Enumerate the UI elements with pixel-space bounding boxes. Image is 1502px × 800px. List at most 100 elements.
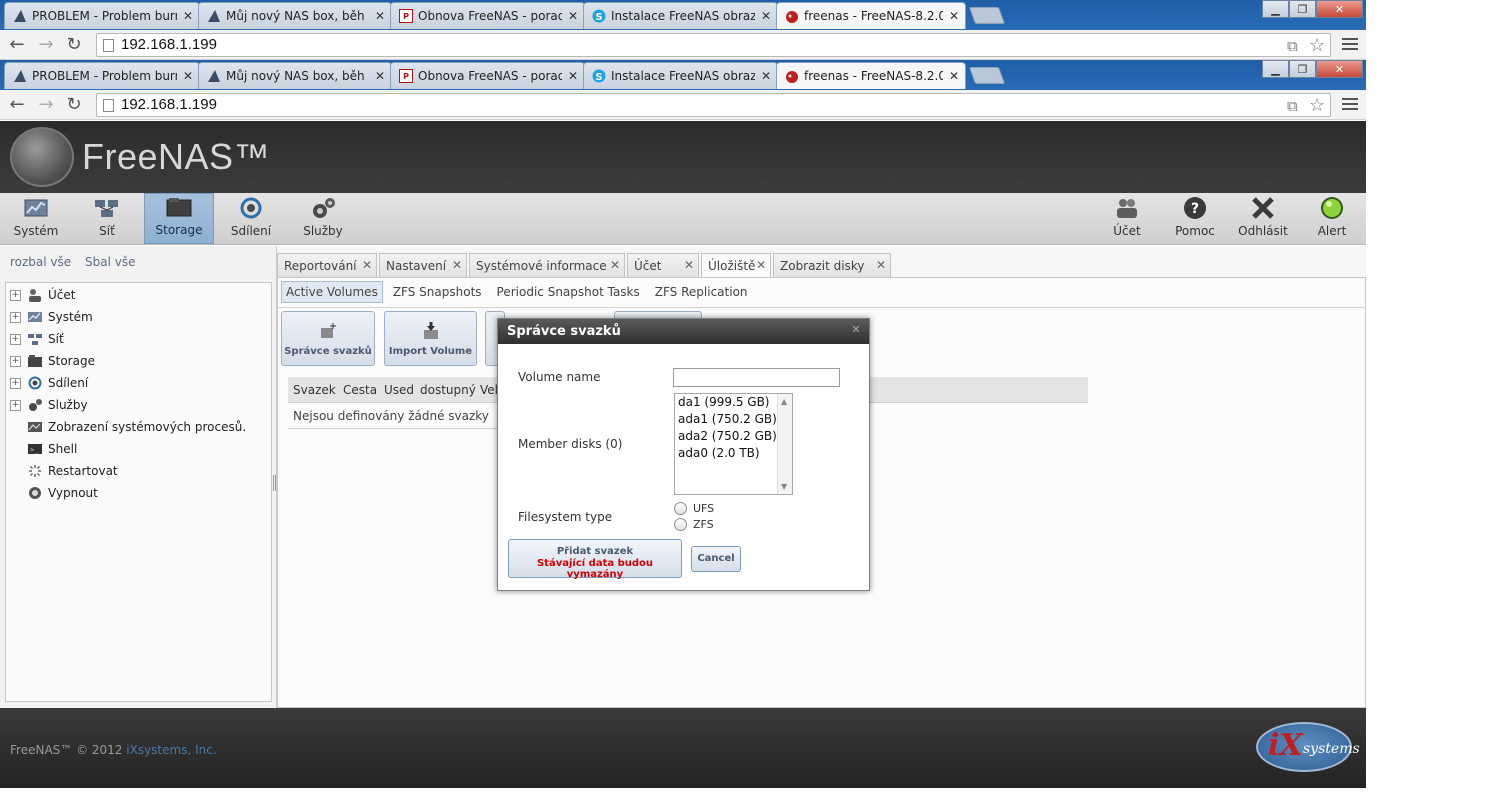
address-bar[interactable]: 192.168.1.199 ⧉ ☆	[96, 33, 1331, 57]
expand-icon[interactable]: +	[10, 355, 21, 367]
content-tab[interactable]: Systémové informace ✕	[469, 253, 625, 277]
volume-manager-button[interactable]: Správce svazků	[281, 311, 375, 366]
col-volume[interactable]: Svazek	[293, 377, 336, 403]
minimize-icon[interactable]: ▁	[1262, 60, 1289, 78]
import-volume-button[interactable]: Import Volume	[384, 311, 477, 366]
expand-icon[interactable]: +	[10, 311, 21, 323]
translate-icon[interactable]: ⧉	[1287, 96, 1298, 118]
content-tab-close-icon[interactable]: ✕	[684, 258, 694, 272]
menu-icon[interactable]	[1342, 96, 1358, 112]
collapse-all-link[interactable]: Sbal vše	[85, 255, 135, 269]
sidebar-splitter[interactable]	[273, 475, 276, 491]
window-close-icon[interactable]: ✕	[1316, 60, 1363, 78]
expand-icon[interactable]: +	[10, 377, 21, 389]
new-tab-button[interactable]	[968, 7, 1006, 24]
bookmark-star-icon[interactable]: ☆	[1309, 94, 1325, 116]
content-tab-close-icon[interactable]: ✕	[876, 258, 886, 272]
tree-item[interactable]: Restartovat	[10, 462, 118, 480]
expand-icon[interactable]: +	[10, 289, 21, 301]
nav-help[interactable]: ? Pomoc	[1170, 193, 1220, 244]
col-size[interactable]: Vel	[480, 377, 498, 403]
volume-name-input[interactable]	[673, 368, 840, 387]
reload-icon[interactable]: ↻	[64, 35, 84, 55]
browser-tab[interactable]: Můj nový NAS box, běh na ✕	[198, 2, 392, 29]
tab-close-icon[interactable]: ✕	[183, 69, 193, 83]
content-tab-close-icon[interactable]: ✕	[610, 258, 620, 272]
browser-tab[interactable]: S Instalace FreeNAS obraz p ✕	[583, 62, 778, 89]
filesystem-zfs-option[interactable]: ZFS	[674, 518, 714, 531]
back-icon[interactable]: ←	[7, 95, 27, 115]
filesystem-ufs-option[interactable]: UFS	[674, 502, 714, 515]
maximize-icon[interactable]: ❐	[1289, 60, 1316, 78]
disk-option[interactable]: ada0 (2.0 TB)	[678, 446, 760, 460]
scroll-up-icon[interactable]: ▲	[781, 397, 787, 406]
subtab-periodic-snapshot-tasks[interactable]: Periodic Snapshot Tasks	[492, 281, 645, 303]
tree-item[interactable]: + Storage	[10, 352, 95, 370]
forward-icon[interactable]: →	[36, 95, 56, 115]
expand-icon[interactable]: +	[10, 333, 21, 345]
tab-close-icon[interactable]: ✕	[761, 9, 771, 23]
tree-item[interactable]: Zobrazení systémových procesů.	[10, 418, 246, 436]
expand-icon[interactable]: +	[10, 399, 21, 411]
tab-close-icon[interactable]: ✕	[375, 9, 385, 23]
subtab-zfs-snapshots[interactable]: ZFS Snapshots	[388, 281, 487, 303]
disk-option[interactable]: ada2 (750.2 GB)	[678, 429, 777, 443]
content-tab[interactable]: Účet ✕	[627, 253, 699, 277]
back-icon[interactable]: ←	[7, 35, 27, 55]
new-tab-button[interactable]	[968, 67, 1006, 84]
nav-logout[interactable]: Odhlásit	[1236, 193, 1290, 244]
browser-tab[interactable]: PROBLEM - Problem burn ✕	[4, 2, 200, 29]
col-available[interactable]: dostupný	[420, 377, 476, 403]
col-path[interactable]: Cesta	[343, 377, 377, 403]
member-disks-select[interactable]: da1 (999.5 GB) ada1 (750.2 GB) ada2 (750…	[674, 393, 793, 495]
nav-network[interactable]: Síť	[80, 193, 134, 244]
address-bar[interactable]: 192.168.1.199 ⧉ ☆	[96, 93, 1331, 117]
subtab-active-volumes[interactable]: Active Volumes	[281, 281, 383, 303]
browser-tab[interactable]: P Obnova FreeNAS - poradn ✕	[390, 62, 585, 89]
tab-close-icon[interactable]: ✕	[183, 9, 193, 23]
browser-tab[interactable]: Můj nový NAS box, běh na ✕	[198, 62, 392, 89]
ixsystems-link[interactable]: iXsystems, Inc.	[126, 743, 216, 757]
forward-icon[interactable]: →	[36, 35, 56, 55]
disk-option[interactable]: da1 (999.5 GB)	[678, 395, 769, 409]
nav-account[interactable]: Účet	[1104, 193, 1150, 244]
tab-close-icon[interactable]: ✕	[949, 9, 959, 23]
nav-services[interactable]: Služby	[298, 193, 348, 244]
tree-item[interactable]: Vypnout	[10, 484, 98, 502]
browser-tab[interactable]: P Obnova FreeNAS - poradn ✕	[390, 2, 585, 29]
content-tab[interactable]: Zobrazit disky ✕	[773, 253, 891, 277]
content-tab[interactable]: Nastavení ✕	[379, 253, 467, 277]
content-tab-close-icon[interactable]: ✕	[452, 258, 462, 272]
nav-alert[interactable]: Alert	[1310, 193, 1354, 244]
tree-item[interactable]: + Účet	[10, 286, 75, 304]
expand-all-link[interactable]: rozbal vše	[10, 255, 71, 269]
maximize-icon[interactable]: ❐	[1289, 0, 1316, 18]
col-used[interactable]: Used	[384, 377, 414, 403]
subtab-zfs-replication[interactable]: ZFS Replication	[650, 281, 753, 303]
browser-tab[interactable]: S Instalace FreeNAS obraz p ✕	[583, 2, 778, 29]
window-close-icon[interactable]: ✕	[1316, 0, 1363, 18]
scroll-down-icon[interactable]: ▼	[781, 482, 787, 491]
tree-item[interactable]: + Služby	[10, 396, 88, 414]
bookmark-star-icon[interactable]: ☆	[1309, 34, 1325, 56]
tree-item[interactable]: + Systém	[10, 308, 93, 326]
ixsystems-logo[interactable]: iX systems	[1256, 722, 1360, 772]
minimize-icon[interactable]: ▁	[1262, 0, 1289, 18]
zfs-radio[interactable]	[674, 518, 687, 531]
disk-option[interactable]: ada1 (750.2 GB)	[678, 412, 777, 426]
tree-item[interactable]: >_ Shell	[10, 440, 77, 458]
cancel-button[interactable]: Cancel	[691, 546, 741, 572]
reload-icon[interactable]: ↻	[64, 95, 84, 115]
content-tab[interactable]: Reportování ✕	[277, 253, 377, 277]
menu-icon[interactable]	[1342, 36, 1358, 52]
content-tab-close-icon[interactable]: ✕	[362, 258, 372, 272]
nav-sharing[interactable]: Sdílení	[225, 193, 277, 244]
browser-tab[interactable]: freenas - FreeNAS-8.2.0-RI ✕	[776, 2, 966, 29]
ufs-radio[interactable]	[674, 502, 687, 515]
tab-close-icon[interactable]: ✕	[568, 9, 578, 23]
nav-storage[interactable]: Storage	[144, 193, 214, 244]
tab-close-icon[interactable]: ✕	[375, 69, 385, 83]
content-tab[interactable]: Úložiště ✕	[701, 253, 771, 277]
tree-item[interactable]: + Síť	[10, 330, 64, 348]
tab-close-icon[interactable]: ✕	[761, 69, 771, 83]
